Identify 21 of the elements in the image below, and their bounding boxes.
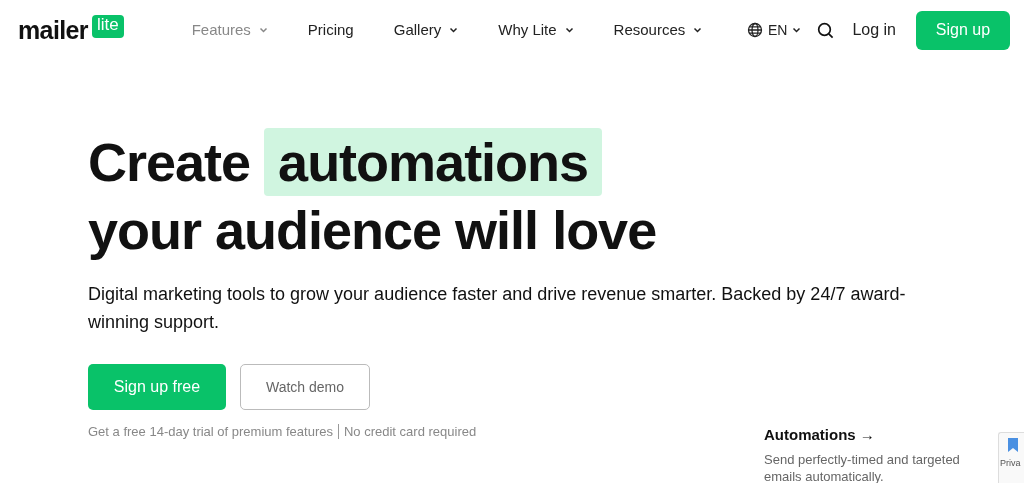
chevron-down-icon [792,27,802,33]
trial-note: Get a free 14-day trial of premium features [88,423,333,441]
feature-description: Send perfectly-timed and targeted emails automatically. [764,450,961,483]
subtitle-text: Digital marketing tools to grow your audience faster and drive revenue smarter. Backed by 24/7 award-winning support. [88,283,907,334]
feature-link[interactable]: Automations → [764,424,984,447]
nav-link[interactable]: Gallery [393,18,459,42]
globe-icon [746,22,763,38]
nav-link[interactable]: Pricing [307,18,354,42]
nav-link[interactable]: Resources [613,18,703,42]
recaptcha-badge[interactable]: Priva [998,432,1024,483]
search-icon[interactable] [817,21,835,39]
watch-demo-button[interactable]: Watch demo [240,364,370,410]
login-link[interactable]: Log in [852,18,896,42]
headline-highlight: automations [264,128,603,196]
headline-text: your audience will love [88,199,658,262]
nav-link[interactable]: Features [191,18,268,42]
logo-wordmark[interactable]: mailer [18,17,88,43]
headline-text: Create [88,131,251,194]
credit-card-note: No credit card required [343,423,477,441]
nav-link[interactable]: Why Lite [498,18,574,42]
language-selector[interactable]: EN [746,19,802,41]
